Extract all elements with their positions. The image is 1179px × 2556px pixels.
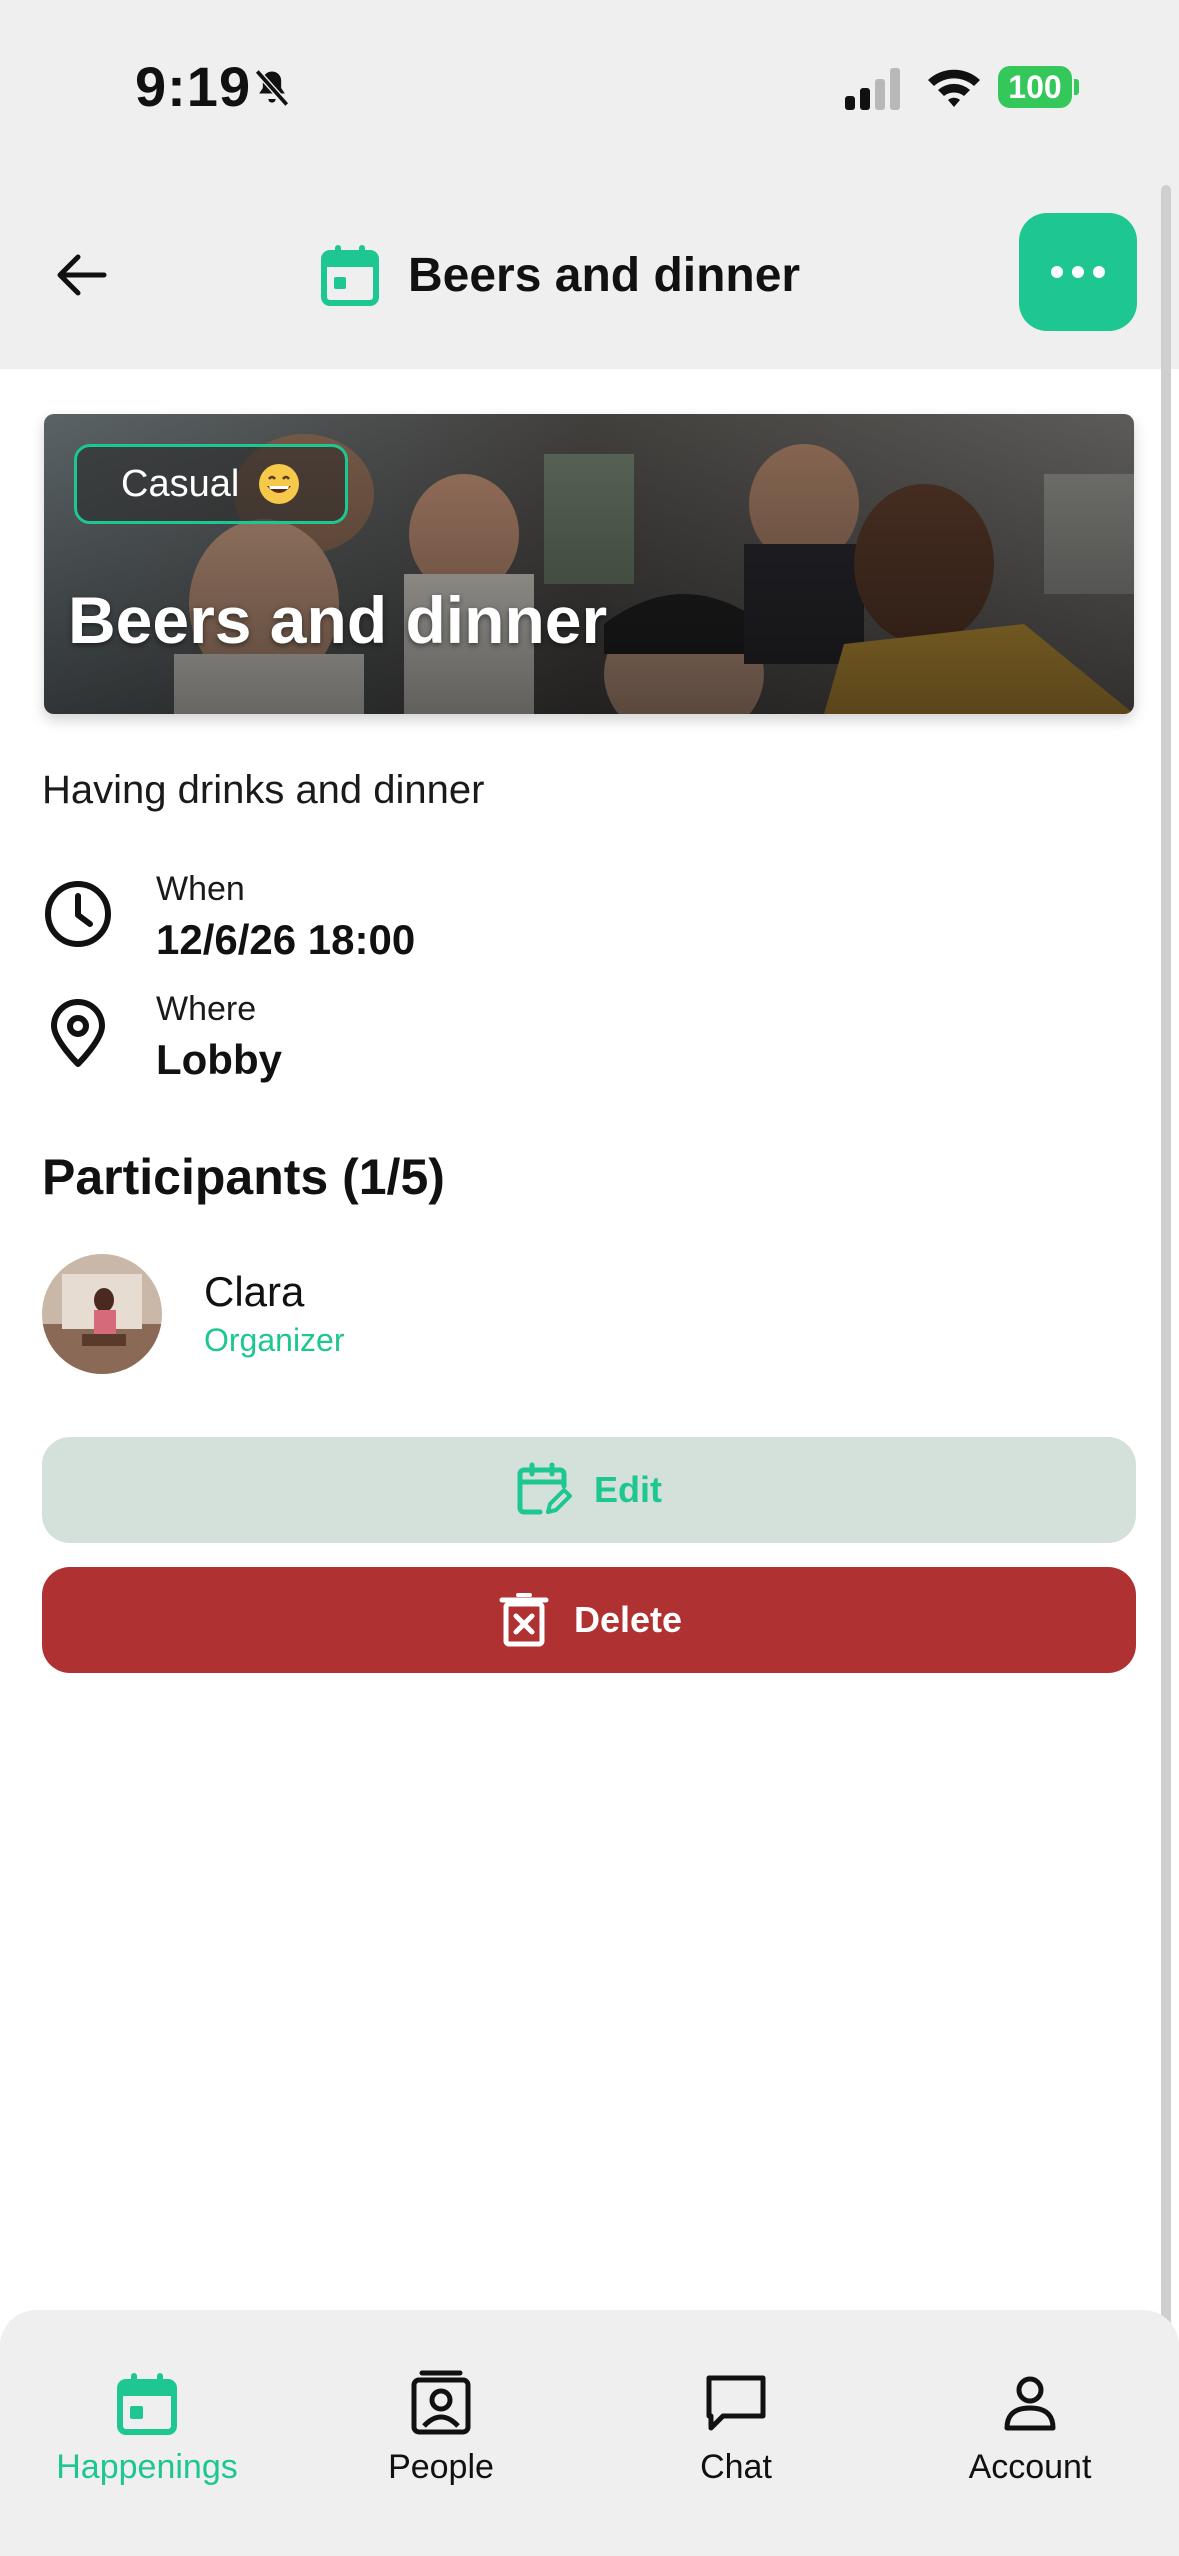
grinning-face-icon bbox=[259, 464, 300, 504]
battery-indicator: 100 bbox=[998, 66, 1079, 108]
tab-chat[interactable]: Chat bbox=[606, 2370, 866, 2510]
participants-heading: Participants (1/5) bbox=[42, 1149, 445, 1205]
tab-people[interactable]: People bbox=[311, 2370, 571, 2510]
when-row: When 12/6/26 18:00 bbox=[42, 870, 642, 970]
scrollbar[interactable] bbox=[1161, 185, 1171, 2475]
bottom-tab-bar: Happenings People Chat Account bbox=[0, 2310, 1179, 2556]
when-label: When bbox=[156, 870, 245, 908]
wifi-icon bbox=[928, 69, 980, 107]
tab-label: Chat bbox=[700, 2448, 772, 2486]
status-bar: 9:19 100 bbox=[0, 0, 1179, 175]
back-button[interactable] bbox=[40, 235, 120, 315]
event-hero-title: Beers and dinner bbox=[68, 583, 608, 657]
contact-icon bbox=[411, 2370, 471, 2435]
chat-bubble-icon bbox=[706, 2375, 766, 2431]
signal-icon bbox=[845, 68, 900, 110]
clock-icon bbox=[45, 881, 111, 947]
arrow-left-icon bbox=[57, 254, 107, 296]
person-icon bbox=[1004, 2376, 1056, 2431]
header-title-group: Beers and dinner bbox=[320, 237, 800, 313]
trash-x-icon bbox=[499, 1593, 549, 1647]
avatar bbox=[42, 1254, 162, 1374]
when-value: 12/6/26 18:00 bbox=[156, 916, 416, 963]
battery-level: 100 bbox=[998, 66, 1072, 108]
status-time: 9:19 bbox=[135, 55, 252, 118]
edit-button[interactable]: Edit bbox=[42, 1437, 1136, 1543]
more-options-button[interactable] bbox=[1019, 213, 1137, 331]
tab-label: Happenings bbox=[56, 2448, 238, 2486]
where-label: Where bbox=[156, 990, 257, 1028]
tab-account[interactable]: Account bbox=[900, 2370, 1160, 2510]
calendar-icon bbox=[321, 245, 379, 306]
event-detail-screen: 9:19 100 Beers and dinner Casual Beers a… bbox=[0, 0, 1179, 2556]
event-type-badge: Casual bbox=[74, 444, 349, 524]
event-hero-card: Casual Beers and dinner bbox=[44, 414, 1134, 714]
edit-button-label: Edit bbox=[594, 1469, 662, 1510]
delete-button-label: Delete bbox=[573, 1599, 683, 1640]
participant-role: Organizer bbox=[204, 1322, 345, 1358]
calendar-icon bbox=[117, 2373, 177, 2435]
more-horizontal-icon bbox=[1051, 266, 1105, 278]
page-title: Beers and dinner bbox=[408, 248, 801, 302]
calendar-edit-icon bbox=[517, 1462, 572, 1515]
tab-label: Account bbox=[968, 2448, 1092, 2486]
event-description: Having drinks and dinner bbox=[42, 768, 485, 812]
delete-button[interactable]: Delete bbox=[42, 1567, 1136, 1673]
where-row: Where Lobby bbox=[42, 990, 642, 1090]
battery-tip bbox=[1074, 79, 1079, 95]
map-pin-icon bbox=[51, 999, 105, 1067]
tab-happenings[interactable]: Happenings bbox=[17, 2370, 277, 2510]
where-value: Lobby bbox=[156, 1036, 282, 1083]
tab-label: People bbox=[388, 2448, 494, 2486]
app-header: Beers and dinner bbox=[0, 175, 1179, 369]
avatar-photo bbox=[42, 1254, 162, 1374]
participant-name: Clara bbox=[204, 1268, 305, 1315]
event-type-label: Casual bbox=[121, 462, 240, 505]
participant-list-item[interactable]: Clara Organizer bbox=[42, 1254, 642, 1374]
bell-slash-icon bbox=[254, 69, 290, 107]
